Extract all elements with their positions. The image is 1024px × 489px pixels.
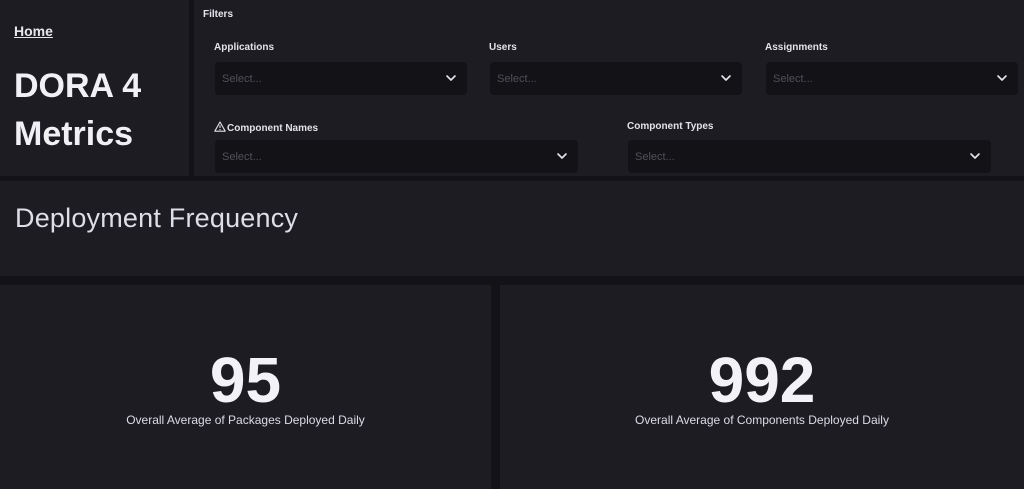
filters-heading: Filters bbox=[203, 9, 234, 20]
home-panel: Home DORA 4 Metrics bbox=[0, 0, 189, 176]
component-types-label: Component Types bbox=[627, 121, 714, 132]
users-placeholder: Select... bbox=[497, 73, 537, 85]
users-select[interactable]: Select... bbox=[490, 62, 742, 95]
assignments-select[interactable]: Select... bbox=[766, 62, 1018, 95]
warning-icon bbox=[214, 121, 226, 132]
assignments-label: Assignments bbox=[765, 42, 828, 53]
home-link[interactable]: Home bbox=[14, 23, 53, 39]
kpi-label-packages: Overall Average of Packages Deployed Dai… bbox=[126, 413, 365, 427]
chevron-down-icon bbox=[997, 75, 1007, 81]
filters-panel: Filters Applications Select... Users Sel… bbox=[194, 0, 1024, 176]
component-names-label-text: Component Names bbox=[227, 123, 319, 134]
component-names-placeholder: Select... bbox=[222, 151, 262, 163]
kpi-label-components: Overall Average of Components Deployed D… bbox=[635, 413, 889, 427]
kpi-value-components: 992 bbox=[708, 344, 816, 416]
section-header-panel: Deployment Frequency bbox=[0, 181, 1024, 276]
kpi-card-components: 992 Overall Average of Components Deploy… bbox=[500, 285, 1024, 489]
dashboard-title: DORA 4 Metrics bbox=[14, 67, 142, 153]
chevron-down-icon bbox=[557, 153, 567, 159]
section-title: Deployment Frequency bbox=[15, 203, 299, 233]
component-types-placeholder: Select... bbox=[635, 151, 675, 163]
chevron-down-icon bbox=[446, 75, 456, 81]
component-names-select[interactable]: Select... bbox=[215, 140, 578, 173]
chevron-down-icon bbox=[970, 153, 980, 159]
kpi-card-packages: 95 Overall Average of Packages Deployed … bbox=[0, 285, 491, 489]
applications-select[interactable]: Select... bbox=[215, 62, 467, 95]
applications-label: Applications bbox=[214, 42, 275, 53]
component-names-label: Component Names bbox=[214, 121, 318, 134]
chevron-down-icon bbox=[721, 75, 731, 81]
applications-placeholder: Select... bbox=[222, 73, 262, 85]
component-types-select[interactable]: Select... bbox=[628, 140, 991, 173]
assignments-placeholder: Select... bbox=[773, 73, 813, 85]
kpi-value-packages: 95 bbox=[209, 344, 282, 416]
users-label: Users bbox=[489, 42, 517, 53]
